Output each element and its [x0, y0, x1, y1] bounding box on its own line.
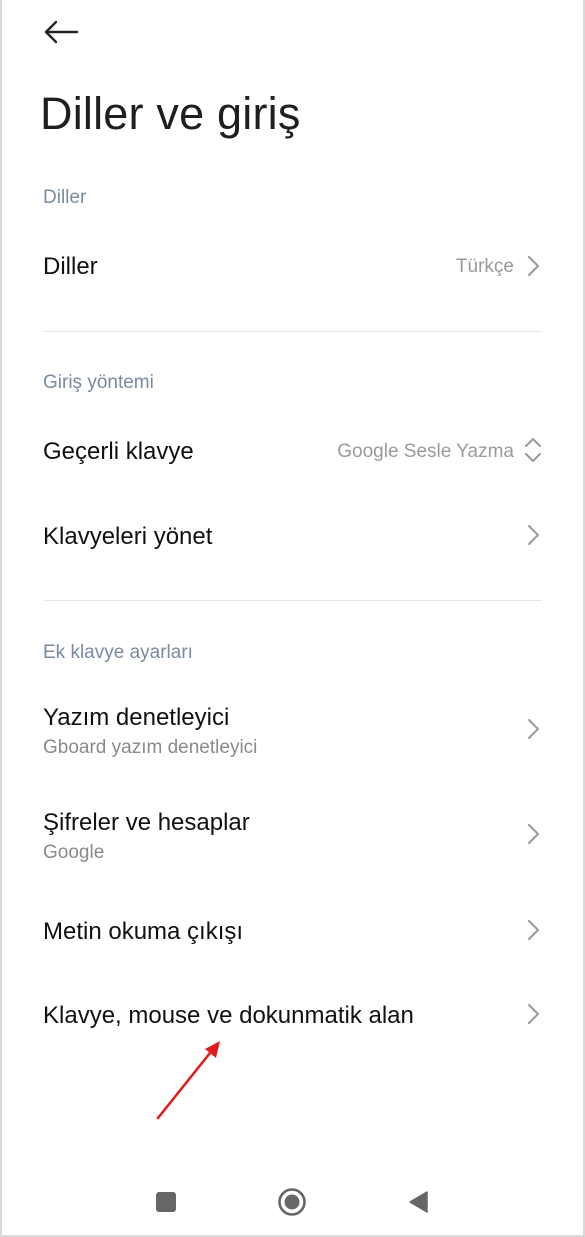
recents-button[interactable] [150, 1182, 182, 1222]
row-text-to-speech[interactable]: Metin okuma çıkışı [0, 900, 585, 960]
row-subtitle: Gboard yazım denetleyici [43, 737, 258, 758]
section-label-languages: Diller [43, 187, 87, 208]
row-value: Google Sesle Yazma [337, 441, 514, 462]
divider [43, 600, 542, 601]
red-arrow-icon [156, 1041, 220, 1120]
section-label-extra-keyboard: Ek klavye ayarları [43, 642, 193, 663]
chevron-right-icon [528, 920, 539, 940]
screen-frame [0, 0, 585, 1237]
chevron-right-icon [528, 719, 539, 739]
divider [43, 331, 542, 332]
square-icon [156, 1192, 176, 1212]
row-spell-checker[interactable]: Yazım denetleyici Gboard yazım denetleyi… [0, 695, 585, 767]
row-title: Klavyeleri yönet [43, 523, 213, 550]
row-value: Türkçe [455, 256, 514, 277]
row-title: Geçerli klavye [43, 438, 194, 465]
row-title: Şifreler ve hesaplar [43, 809, 250, 836]
row-title: Diller [43, 253, 98, 280]
row-title: Metin okuma çıkışı [43, 918, 244, 945]
row-title: Klavye, mouse ve dokunmatik alan [43, 1002, 414, 1029]
chevron-updown-icon [525, 438, 541, 462]
row-languages[interactable]: Diller Türkçe [0, 236, 585, 296]
row-title: Yazım denetleyici [43, 704, 230, 731]
back-button[interactable] [36, 12, 86, 52]
circle-home-icon [278, 1188, 306, 1216]
home-button[interactable] [272, 1182, 312, 1222]
arrow-left-icon [44, 20, 79, 44]
section-label-input-method: Giriş yöntemi [43, 372, 154, 393]
chevron-right-icon [528, 1004, 539, 1024]
row-current-keyboard[interactable]: Geçerli klavye Google Sesle Yazma [0, 420, 585, 480]
row-manage-keyboards[interactable]: Klavyeleri yönet [0, 506, 585, 566]
chevron-right-icon [528, 525, 539, 545]
page-title: Diller ve giriş [40, 88, 301, 139]
row-passwords-accounts[interactable]: Şifreler ve hesaplar Google [0, 800, 585, 872]
chevron-right-icon [528, 256, 539, 276]
row-keyboard-mouse-touchpad[interactable]: Klavye, mouse ve dokunmatik alan [0, 985, 585, 1045]
chevron-right-icon [528, 824, 539, 844]
nav-back-button[interactable] [402, 1182, 434, 1222]
triangle-back-icon [409, 1191, 428, 1213]
row-subtitle: Google [43, 842, 105, 863]
